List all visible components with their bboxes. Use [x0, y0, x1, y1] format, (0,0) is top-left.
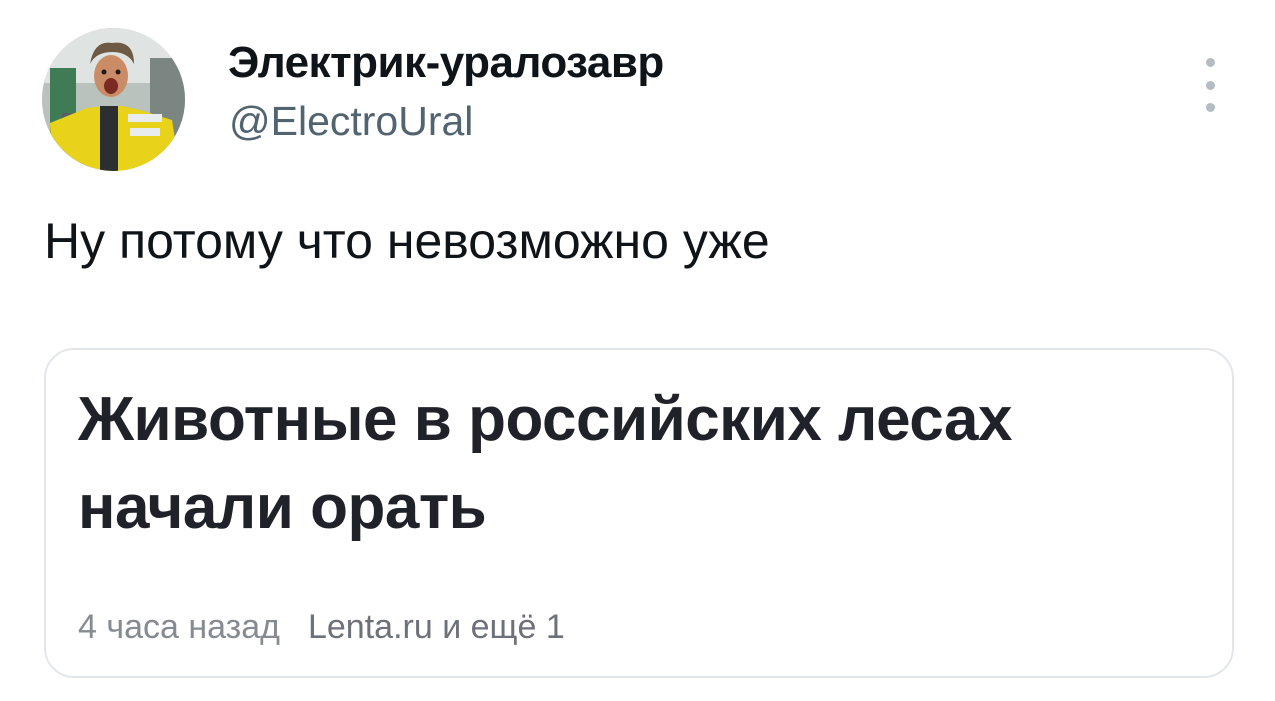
author-handle[interactable]: @ElectroUral: [229, 98, 473, 145]
more-dot-icon: [1205, 103, 1215, 112]
avatar[interactable]: [42, 28, 185, 171]
more-vertical-icon[interactable]: [1196, 58, 1224, 112]
profile-photo: [42, 28, 185, 171]
link-card[interactable]: Животные в российских лесах начали орать…: [44, 348, 1234, 678]
card-source: Lenta.ru и ещё 1: [307, 608, 565, 646]
author-display-name[interactable]: Электрик-уралозавр: [228, 38, 664, 88]
tweet-text: Ну потому что невозможно уже: [44, 213, 770, 269]
card-meta: 4 часа назад Lenta.ru и ещё 1: [78, 608, 565, 647]
card-headline: Животные в российских лесах начали орать: [78, 385, 1012, 542]
more-dot-icon: [1205, 80, 1215, 90]
more-dot-icon: [1205, 58, 1215, 67]
card-time: 4 часа назад: [78, 608, 280, 646]
